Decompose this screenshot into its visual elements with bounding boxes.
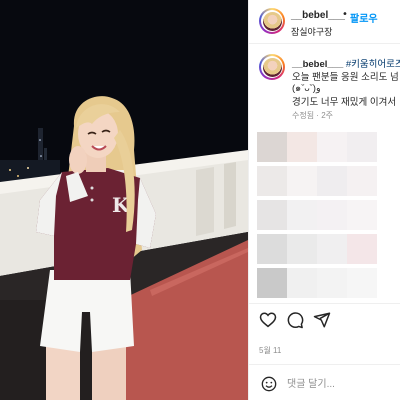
post-header: __bebel___ • 팔로우 잠실야구장 [249,0,400,44]
share-icon[interactable] [313,311,331,329]
comment-composer [249,364,400,400]
caption-first-line: __bebel___ #키움히어로즈 [292,56,400,70]
caption-text-line-3: 경기도 너무 재밌게 이겨서 [292,97,397,108]
post-date: 5월 11 [259,346,282,355]
emoji-icon[interactable] [261,376,277,392]
avatar[interactable] [259,8,285,34]
caption-avatar[interactable] [259,54,285,80]
post-actions [249,303,400,335]
comment-icon[interactable] [286,311,304,329]
post-image: K [0,0,248,400]
follow-button[interactable]: 팔로우 [350,10,378,25]
post-caption: __bebel___ #키움히어로즈 오늘 팬분들 응원 소리도 넘 (๑ˇᴗˇ… [249,44,400,130]
post-username[interactable]: __bebel___ [291,10,345,21]
dot-separator: • [342,9,348,20]
comment-input[interactable] [287,374,397,394]
caption-meta: 수정됨 · 2주 [292,111,333,120]
post-side-panel: __bebel___ • 팔로우 잠실야구장 __bebel___ #키움히어로… [248,0,400,400]
comments-list-blurred [257,132,400,302]
heart-icon[interactable] [259,311,277,329]
post-photo[interactable]: K [0,0,248,400]
post-location[interactable]: 잠실야구장 [291,25,332,38]
